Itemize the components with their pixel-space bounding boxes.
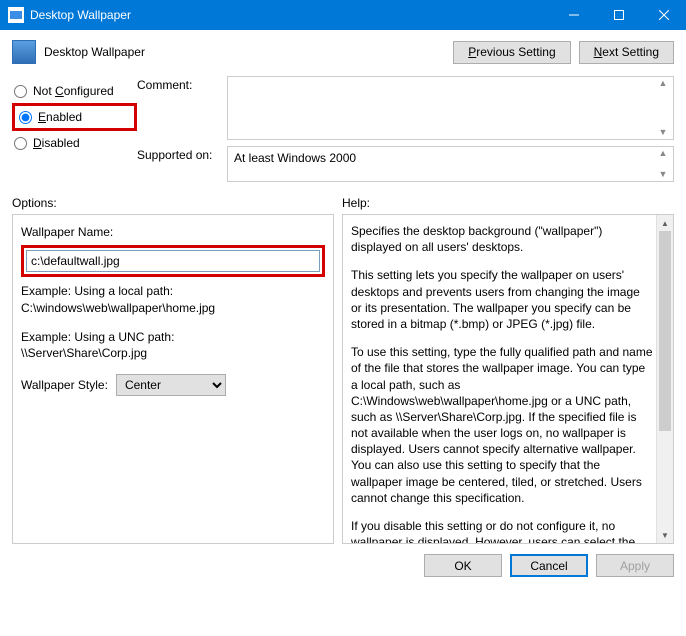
radio-not-configured[interactable]: Not Configured bbox=[12, 80, 137, 102]
scroll-up-icon[interactable]: ▲ bbox=[655, 149, 671, 158]
enabled-highlight: Enabled bbox=[12, 103, 137, 131]
example-local-label: Example: Using a local path: bbox=[21, 283, 325, 300]
scroll-down-icon[interactable]: ▼ bbox=[655, 128, 671, 137]
close-button[interactable] bbox=[641, 0, 686, 30]
supported-value: At least Windows 2000 bbox=[234, 151, 356, 165]
scroll-up-icon[interactable]: ▲ bbox=[657, 215, 673, 231]
radio-enabled[interactable]: Enabled bbox=[17, 106, 132, 128]
wallpaper-input-highlight bbox=[21, 245, 325, 277]
example-unc-label: Example: Using a UNC path: bbox=[21, 329, 325, 346]
wallpaper-name-label: Wallpaper Name: bbox=[21, 225, 325, 239]
comment-label: Comment: bbox=[137, 76, 227, 98]
example-local-value: C:\windows\web\wallpaper\home.jpg bbox=[21, 300, 325, 317]
policy-icon bbox=[12, 40, 36, 64]
wallpaper-style-label: Wallpaper Style: bbox=[21, 378, 108, 392]
help-scrollbar[interactable]: ▲ ▼ bbox=[656, 215, 673, 543]
supported-textarea: At least Windows 2000 ▲ ▼ bbox=[227, 146, 674, 182]
wallpaper-style-select[interactable]: Center bbox=[116, 374, 226, 396]
ok-button[interactable]: OK bbox=[424, 554, 502, 577]
wallpaper-name-input[interactable] bbox=[26, 250, 320, 272]
radio-disabled-input[interactable] bbox=[14, 137, 27, 150]
minimize-button[interactable] bbox=[551, 0, 596, 30]
previous-setting-button[interactable]: Previous Setting bbox=[453, 41, 570, 64]
help-text: Specifies the desktop background ("wallp… bbox=[351, 223, 653, 544]
supported-label: Supported on: bbox=[137, 146, 227, 168]
radio-disabled[interactable]: Disabled bbox=[12, 132, 137, 154]
cancel-button[interactable]: Cancel bbox=[510, 554, 588, 577]
scroll-down-icon[interactable]: ▼ bbox=[655, 170, 671, 179]
example-unc-value: \\Server\Share\Corp.jpg bbox=[21, 345, 325, 362]
scroll-up-icon[interactable]: ▲ bbox=[655, 79, 671, 88]
radio-not-configured-input[interactable] bbox=[14, 85, 27, 98]
scroll-down-icon[interactable]: ▼ bbox=[657, 527, 673, 543]
maximize-button[interactable] bbox=[596, 0, 641, 30]
next-setting-button[interactable]: Next Setting bbox=[579, 41, 674, 64]
options-heading: Options: bbox=[12, 196, 342, 210]
options-panel: Wallpaper Name: Example: Using a local p… bbox=[12, 214, 334, 544]
scrollbar-thumb[interactable] bbox=[659, 231, 671, 431]
radio-enabled-input[interactable] bbox=[19, 111, 32, 124]
comment-textarea[interactable]: ▲▼ bbox=[227, 76, 674, 140]
apply-button[interactable]: Apply bbox=[596, 554, 674, 577]
help-heading: Help: bbox=[342, 196, 370, 210]
policy-name: Desktop Wallpaper bbox=[44, 45, 445, 59]
titlebar[interactable]: Desktop Wallpaper bbox=[0, 0, 686, 30]
help-panel: Specifies the desktop background ("wallp… bbox=[342, 214, 674, 544]
window-title: Desktop Wallpaper bbox=[30, 8, 551, 22]
app-icon bbox=[8, 7, 24, 23]
